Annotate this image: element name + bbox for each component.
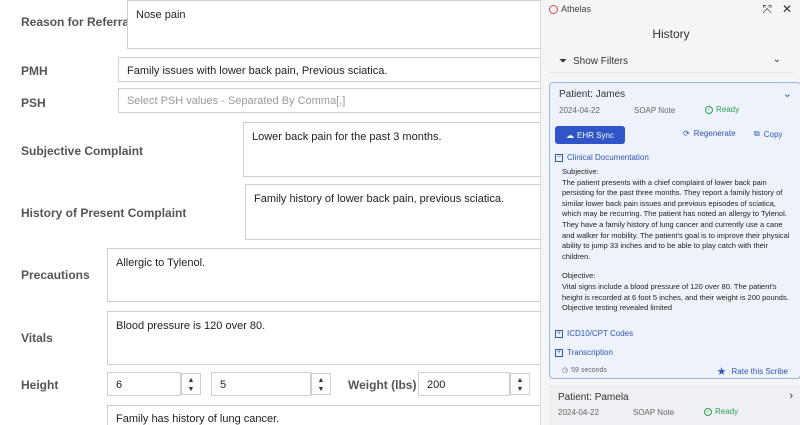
family-history-input[interactable]: Family has history of lung cancer.	[107, 405, 540, 425]
star-icon: ★	[716, 366, 727, 378]
vitals-label: Vitals	[21, 331, 53, 345]
brand: Athelas	[549, 4, 591, 14]
height-label: Height	[21, 378, 59, 392]
status-text: Ready	[715, 407, 739, 416]
note-date: 2024-04-22	[559, 106, 600, 115]
hpc-label: History of Present Complaint	[21, 206, 187, 220]
subjective-heading: Subjective:	[562, 167, 599, 176]
cloud-icon: ☁	[566, 130, 575, 140]
status-text: Ready	[716, 105, 740, 114]
precautions-input[interactable]: Allergic to Tylenol.	[107, 248, 540, 302]
chevron-up-icon[interactable]: ⌄	[783, 87, 792, 100]
subjective-text: The patient presents with a chief compla…	[562, 177, 790, 261]
icd-cpt-label: ICD10/CPT Codes	[567, 329, 634, 338]
brand-name: Athelas	[561, 4, 592, 14]
regenerate-label: Regenerate	[693, 129, 736, 138]
note-type: SOAP Note	[634, 106, 676, 115]
status-badge: ✓ Ready	[705, 105, 739, 114]
psh-label: PSH	[21, 96, 46, 110]
pmh-input[interactable]: Family issues with lower back pain, Prev…	[118, 57, 540, 82]
ehr-sync-button[interactable]: ☁ EHR Sync	[555, 126, 625, 144]
icd-cpt-toggle[interactable]: + ICD10/CPT Codes	[555, 329, 633, 338]
patient-name: Patient: James	[559, 89, 626, 100]
show-filters-button[interactable]: ⏷ Show Filters ⌄	[549, 51, 793, 73]
referral-label: Reason for Referral	[21, 15, 133, 29]
weight-input[interactable]: 200	[418, 372, 510, 396]
regenerate-button[interactable]: ⟳ Regenerate	[683, 129, 736, 138]
refresh-icon: ⟳	[683, 129, 690, 138]
psh-input[interactable]: Select PSH values - Separated By Comma[,…	[118, 88, 540, 113]
height-feet-stepper[interactable]: ▲ ▼	[181, 373, 201, 395]
patient-name: Patient: Pamela	[558, 392, 629, 403]
header-icons: ⤧ ✕	[762, 2, 792, 17]
vitals-input[interactable]: Blood pressure is 120 over 80.	[107, 311, 540, 365]
copy-icon: ⧉	[754, 129, 760, 138]
subjective-complaint-label: Subjective Complaint	[21, 144, 144, 158]
objective-heading: Objective:	[562, 271, 596, 281]
copy-label: Copy	[763, 129, 783, 139]
chevron-right-icon[interactable]: ›	[789, 390, 793, 402]
note-date: 2024-04-22	[558, 408, 599, 417]
transcription-label: Transcription	[567, 348, 613, 357]
panel-title: History	[652, 27, 690, 41]
subjective-complaint-input[interactable]: Lower back pain for the past 3 months.	[243, 122, 540, 177]
athelas-logo-icon	[549, 4, 558, 14]
app-root: Reason for Referral Nose pain PMH Family…	[0, 0, 800, 425]
check-circle-icon: ✓	[705, 105, 713, 114]
rate-scribe-button[interactable]: ★ Rate this Scribe	[717, 365, 788, 378]
height-inches-stepper[interactable]: ▲ ▼	[311, 373, 331, 395]
check-circle-icon: ✓	[704, 407, 712, 416]
close-icon[interactable]: ✕	[782, 2, 792, 17]
clinical-documentation-label: Clinical Documentation	[567, 153, 649, 162]
pmh-label: PMH	[21, 64, 48, 78]
referral-input[interactable]: Nose pain	[127, 0, 540, 49]
note-type: SOAP Note	[633, 408, 675, 417]
clinical-documentation-toggle[interactable]: − Clinical Documentation	[555, 153, 649, 162]
referral-form: Reason for Referral Nose pain PMH Family…	[0, 0, 540, 425]
show-filters-label: Show Filters	[573, 56, 629, 67]
duration-text: 59 seconds	[571, 366, 607, 374]
history-panel: Athelas ⤧ ✕ History ⏷ Show Filters ⌄ Pat…	[540, 0, 800, 425]
collapse-icon[interactable]: ⤧	[762, 2, 772, 17]
duration: ◷ 59 seconds	[562, 366, 607, 375]
history-card-pamela[interactable]: Patient: Pamela 2024-04-22 SOAP Note ✓ R…	[549, 386, 800, 425]
height-feet-input[interactable]: 6	[107, 372, 181, 396]
status-badge: ✓ Ready	[704, 407, 738, 416]
objective-text: Vital signs include a blood pressure of …	[562, 281, 789, 313]
weight-stepper[interactable]: ▲ ▼	[510, 373, 530, 395]
plus-square-icon: +	[555, 329, 563, 338]
plus-square-icon: +	[555, 348, 563, 357]
weight-label: Weight (lbs)	[348, 378, 417, 392]
clock-icon: ◷	[562, 367, 569, 374]
minus-square-icon: −	[555, 153, 563, 162]
copy-button[interactable]: ⧉ Copy	[754, 129, 782, 139]
clinical-note-text: Subjective: The patient presents with a …	[562, 167, 792, 323]
filter-icon: ⏷	[559, 56, 567, 67]
history-card-james[interactable]: Patient: James 2024-04-22 SOAP Note ✓ Re…	[549, 82, 800, 379]
transcription-toggle[interactable]: + Transcription	[555, 348, 613, 357]
ehr-sync-label: EHR Sync	[577, 130, 614, 140]
precautions-label: Precautions	[21, 268, 90, 282]
hpc-input[interactable]: Family history of lower back pain, previ…	[245, 184, 540, 240]
chevron-down-icon: ⌄	[772, 54, 781, 65]
height-inches-input[interactable]: 5	[211, 372, 311, 396]
rate-scribe-label: Rate this Scribe	[731, 367, 788, 376]
